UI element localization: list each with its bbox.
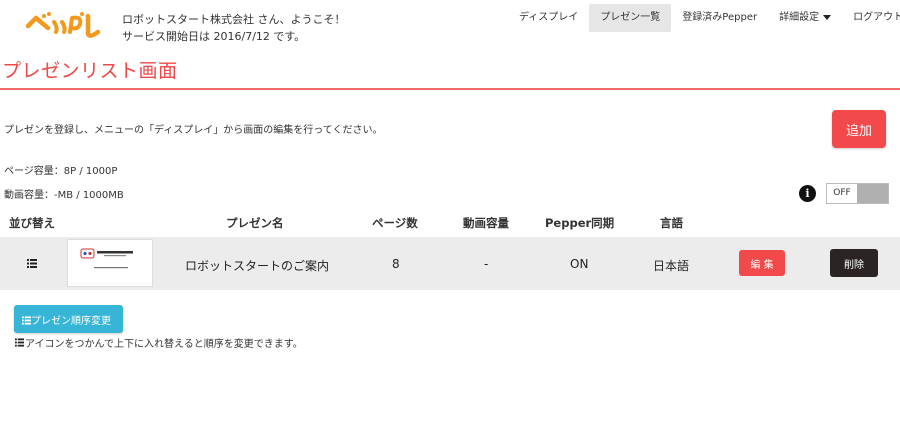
nav-settings-label: 詳細設定	[779, 12, 820, 23]
page-title: プレゼンリスト画面	[2, 60, 178, 82]
page-description: プレゼンを登録し、メニューの「ディスプレイ」から画面の編集を行ってください。	[4, 125, 383, 136]
slide-preview-image	[80, 248, 133, 269]
title-divider	[0, 88, 900, 90]
reorder-label: プレゼン順序変更	[31, 315, 111, 327]
nav-presen-list[interactable]: プレゼン一覧	[589, 4, 672, 32]
col-sync: Pepper同期	[545, 216, 615, 230]
language: 日本語	[653, 259, 690, 273]
reorder-presentations-button[interactable]: プレゼン順序変更	[14, 305, 123, 333]
header: ロボットスタート株式会社 さん、ようこそ！ サービス開始日は 2016/7/12…	[0, 0, 900, 48]
peppushi-logo[interactable]	[24, 8, 102, 42]
welcome-line: ロボットスタート株式会社 さん、ようこそ！	[122, 13, 346, 26]
reorder-hint: アイコンをつかんで上下に入れ替えると順序を変更できます。	[15, 335, 303, 350]
col-language: 言語	[660, 216, 683, 230]
edit-button[interactable]: 編 集	[739, 250, 785, 276]
delete-button[interactable]: 削除	[830, 249, 878, 277]
list-icon	[15, 338, 24, 347]
drag-handle-icon[interactable]	[27, 259, 37, 268]
video-size: -	[484, 257, 489, 271]
table-header: 並び替え プレゼン名 ページ数 動画容量 Pepper同期 言語	[0, 207, 900, 237]
table-row: ロボットスタートのご案内 8 - ON 日本語 編 集 削除	[0, 237, 900, 290]
list-icon	[22, 315, 31, 325]
page-count: 8	[392, 257, 400, 271]
sync-status: ON	[570, 257, 589, 271]
nav-display[interactable]: ディスプレイ	[508, 4, 589, 32]
col-pages: ページ数	[372, 216, 418, 230]
presentation-name[interactable]: ロボットスタートのご案内	[185, 257, 329, 274]
col-video: 動画容量	[463, 216, 509, 230]
toggle-off-label: OFF	[827, 184, 857, 203]
main-nav: ディスプレイ プレゼン一覧 登録済みPepper 詳細設定 ログアウト	[508, 4, 900, 32]
col-sort: 並び替え	[9, 216, 55, 230]
nav-logout[interactable]: ログアウト	[842, 4, 900, 32]
info-icon[interactable]: i	[799, 185, 816, 202]
page-capacity: ページ容量：8P / 1000P	[4, 166, 118, 177]
sync-toggle[interactable]: OFF	[826, 183, 889, 204]
service-start-line: サービス開始日は 2016/7/12 です。	[122, 30, 306, 43]
toggle-knob	[857, 184, 888, 203]
chevron-down-icon	[823, 14, 832, 20]
add-button[interactable]: 追加	[832, 110, 886, 148]
col-name: プレゼン名	[226, 216, 284, 230]
nav-registered-pepper[interactable]: 登録済みPepper	[671, 4, 768, 32]
nav-settings-dropdown[interactable]: 詳細設定	[768, 4, 842, 32]
reorder-hint-text: アイコンをつかんで上下に入れ替えると順序を変更できます。	[25, 339, 303, 350]
welcome-message: ロボットスタート株式会社 さん、ようこそ！ サービス開始日は 2016/7/12…	[122, 11, 346, 45]
presentation-thumbnail[interactable]	[67, 239, 153, 287]
video-capacity: 動画容量：-MB / 1000MB	[4, 190, 124, 201]
